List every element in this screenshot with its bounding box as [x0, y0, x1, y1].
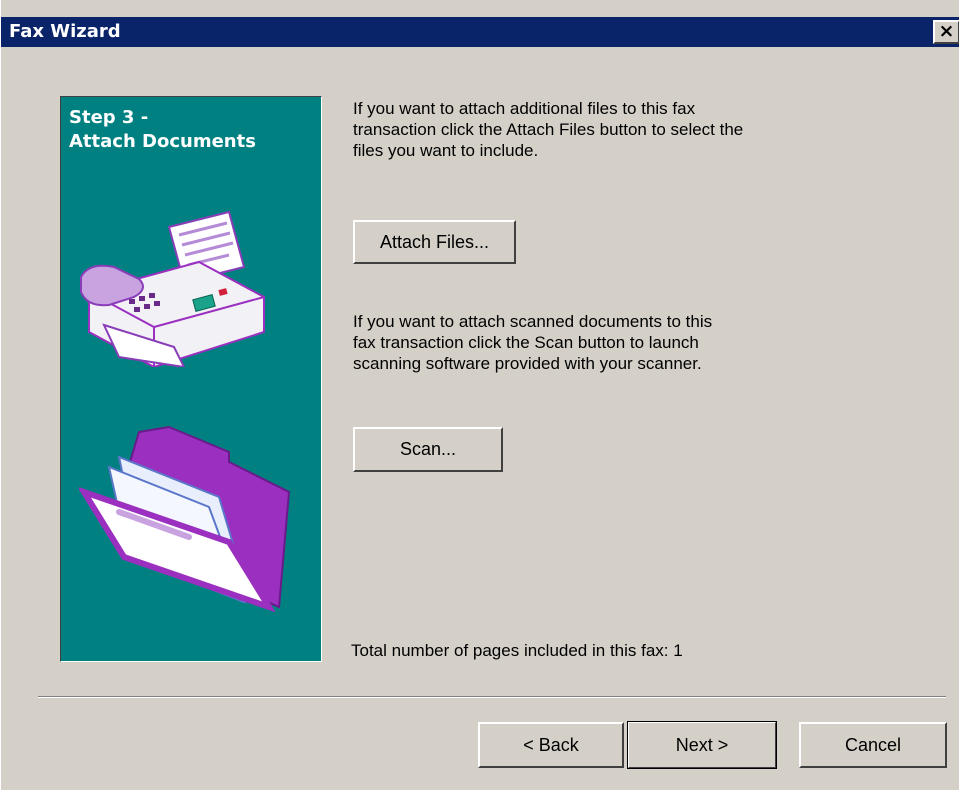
step-title: Step 3 - Attach Documents [69, 106, 256, 154]
attach-instructions: If you want to attach additional files t… [353, 99, 744, 160]
folder-icon [79, 425, 291, 612]
next-button[interactable]: Next > [627, 721, 777, 769]
page-count-line: Total number of pages included in this f… [351, 640, 683, 661]
scan-button[interactable]: Scan... [353, 427, 503, 472]
footer-separator [38, 696, 946, 698]
scan-instructions: If you want to attach scanned documents … [353, 312, 713, 373]
fax-wizard-window: Fax Wizard × Step 3 - Attach Documents I… [0, 0, 959, 790]
step-number: Step 3 - [69, 107, 149, 128]
attach-files-button[interactable]: Attach Files... [353, 220, 516, 264]
back-button[interactable]: < Back [478, 722, 624, 768]
close-button[interactable]: × [933, 20, 959, 44]
close-icon: × [938, 20, 955, 42]
page-count-value: 1 [673, 641, 683, 660]
fax-machine-icon [80, 210, 265, 367]
wizard-side-panel: Step 3 - Attach Documents [60, 96, 322, 662]
window-title: Fax Wizard [9, 21, 121, 42]
title-bar[interactable]: Fax Wizard × [1, 17, 959, 47]
page-count-label: Total number of pages included in this f… [351, 641, 669, 660]
cancel-button[interactable]: Cancel [799, 722, 947, 768]
step-name: Attach Documents [69, 131, 256, 152]
